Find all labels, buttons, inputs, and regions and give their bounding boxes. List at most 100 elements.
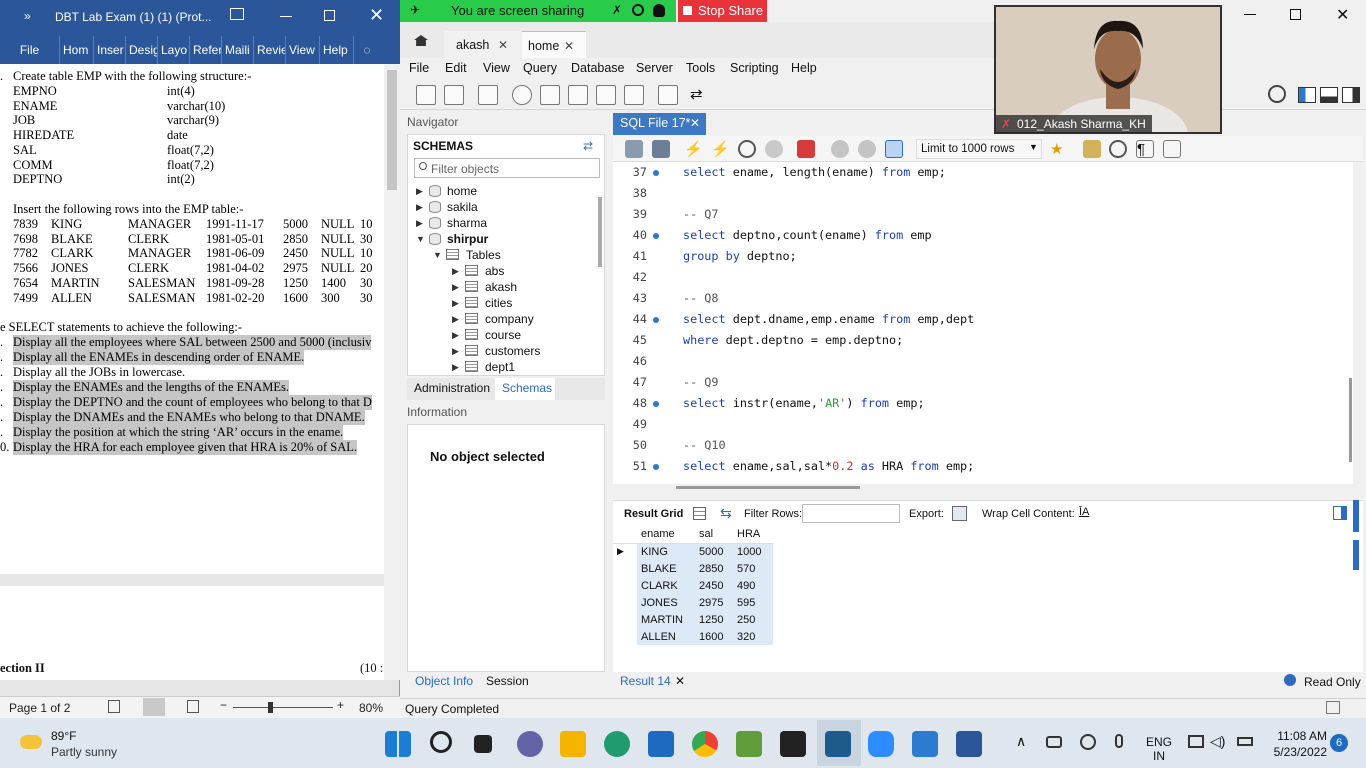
row-selector[interactable] — [613, 611, 637, 628]
table-item[interactable]: customers — [485, 344, 540, 358]
close-icon[interactable]: ✕ — [564, 39, 574, 53]
create-procedure-icon[interactable] — [596, 85, 616, 105]
ribbon-tab-help[interactable]: Help — [320, 36, 354, 64]
code-line[interactable]: select instr(ename,'AR') from emp; — [683, 396, 925, 410]
store-icon[interactable] — [648, 731, 674, 757]
result-cell[interactable]: BLAKE — [637, 560, 695, 577]
create-table-icon[interactable] — [540, 85, 560, 105]
schema-item[interactable]: home — [447, 184, 477, 198]
chat-icon[interactable] — [517, 731, 543, 757]
task-view-icon[interactable] — [474, 735, 492, 753]
read-mode-icon[interactable] — [108, 700, 120, 713]
code-line[interactable]: where dept.deptno = emp.deptno; — [683, 333, 903, 347]
mute-icon[interactable]: ✗ — [612, 3, 622, 17]
search-icon[interactable] — [430, 731, 452, 753]
mysql-shell-icon[interactable] — [780, 731, 806, 757]
code-line[interactable]: -- Q9 — [683, 375, 719, 389]
execute-current-icon[interactable]: ⚡ — [711, 140, 730, 158]
clock-time[interactable]: 11:08 AM — [1265, 729, 1327, 743]
code-line[interactable]: select deptno,count(ename) from emp — [683, 228, 932, 242]
battery-icon[interactable] — [1237, 737, 1253, 746]
expand-icon[interactable]: ▶ — [452, 298, 459, 309]
weather-icon[interactable] — [20, 735, 42, 749]
document-page[interactable]: . Create table EMP with the following st… — [0, 64, 384, 574]
expand-open-icon[interactable]: ▼ — [416, 234, 425, 244]
chevron-up-icon[interactable]: ∧ — [1016, 733, 1026, 750]
rollback-icon[interactable] — [858, 140, 876, 158]
table-item[interactable]: course — [485, 328, 521, 342]
result-cell[interactable]: 2850 — [695, 560, 733, 577]
inspector-icon[interactable] — [478, 85, 498, 105]
result-cell[interactable]: 2450 — [695, 577, 733, 594]
ribbon-tab-mailings[interactable]: Maili — [222, 36, 254, 64]
zoom-slider[interactable] — [233, 707, 333, 708]
code-line[interactable]: select ename, length(ename) from emp; — [683, 165, 946, 179]
expand-icon[interactable]: ▶ — [416, 218, 423, 229]
result-cell[interactable]: 320 — [733, 628, 773, 645]
output-icon[interactable] — [1326, 701, 1340, 714]
code-line[interactable]: group by deptno; — [683, 249, 797, 263]
editor-vscroll-thumb[interactable] — [1349, 378, 1352, 462]
tab-object-info[interactable]: Object Info — [415, 674, 473, 688]
search-table-data-icon[interactable] — [658, 85, 678, 105]
new-sql-tab-icon[interactable] — [416, 85, 436, 105]
result-cell[interactable]: 2975 — [695, 594, 733, 611]
row-selector[interactable]: ▶ — [613, 543, 637, 560]
side-tab-result-grid[interactable] — [1353, 500, 1359, 532]
start-icon[interactable] — [385, 731, 411, 757]
expand-icon[interactable]: ▶ — [452, 282, 459, 293]
beautify-icon[interactable] — [1083, 140, 1101, 158]
lightbulb-icon[interactable]: ◌ — [354, 36, 380, 64]
status-icon[interactable] — [632, 4, 644, 16]
zoom-icon[interactable] — [868, 731, 894, 757]
result-cell[interactable]: 490 — [733, 577, 773, 594]
result-cell[interactable]: 1600 — [695, 628, 733, 645]
result-cell[interactable]: KING — [637, 543, 695, 560]
result-cell[interactable]: 1250 — [695, 611, 733, 628]
navigator-scroll-thumb[interactable] — [598, 197, 602, 267]
tab-home[interactable]: home ✕ — [522, 31, 586, 58]
result-row[interactable]: CLARK 2450 490 — [613, 577, 773, 594]
minimize-icon[interactable] — [280, 16, 292, 17]
maximize-icon[interactable] — [1290, 9, 1301, 20]
open-file-icon[interactable] — [625, 140, 643, 158]
result-row[interactable]: BLAKE 2850 570 — [613, 560, 773, 577]
mysql-workbench-icon[interactable] — [825, 731, 851, 757]
display-icon[interactable] — [1188, 735, 1204, 748]
create-view-icon[interactable] — [568, 85, 588, 105]
export-icon[interactable] — [952, 506, 967, 521]
schema-item[interactable]: shirpur — [447, 232, 488, 246]
menu-tools[interactable]: Tools — [686, 61, 715, 75]
filter-objects-input[interactable]: Filter objects — [414, 158, 600, 178]
add-snippet-icon[interactable]: ★ — [1050, 140, 1068, 158]
refresh-icon[interactable]: ⇄ — [583, 139, 593, 153]
save-icon[interactable] — [652, 140, 670, 158]
schema-item[interactable]: sharma — [447, 216, 487, 230]
menu-server[interactable]: Server — [636, 61, 673, 75]
print-layout-icon[interactable] — [143, 698, 165, 716]
reconnect-icon[interactable]: ⇄ — [690, 85, 710, 105]
close-icon[interactable]: ✕ — [690, 116, 700, 130]
table-item[interactable]: company — [485, 312, 534, 326]
result-cell[interactable]: 5000 — [695, 543, 733, 560]
result-cell[interactable]: 595 — [733, 594, 773, 611]
code-line[interactable]: -- Q8 — [683, 291, 719, 305]
photos-icon[interactable] — [912, 731, 938, 757]
result-cell[interactable]: 250 — [733, 611, 773, 628]
code-line[interactable]: -- Q7 — [683, 207, 719, 221]
schema-item[interactable]: sakila — [447, 200, 478, 214]
minimize-icon[interactable] — [1244, 14, 1256, 15]
word-icon[interactable] — [956, 731, 982, 757]
shield-icon[interactable] — [653, 4, 665, 17]
code-line[interactable]: select ename,sal,sal*0.2 as HRA from emp… — [683, 459, 974, 473]
table-item[interactable]: cities — [485, 296, 512, 310]
stop-icon[interactable] — [765, 140, 783, 158]
result-row[interactable]: ▶ KING 5000 1000 — [613, 543, 773, 560]
ribbon-tab-insert[interactable]: Inser — [94, 36, 126, 64]
tab-session[interactable]: Session — [486, 674, 529, 688]
ribbon-tab-review[interactable]: Revie — [254, 36, 286, 64]
table-item[interactable]: dept1 — [485, 360, 515, 374]
expand-open-icon[interactable]: ▼ — [433, 250, 442, 260]
menu-edit[interactable]: Edit — [445, 61, 467, 75]
execute-icon[interactable]: ⚡ — [684, 140, 703, 158]
